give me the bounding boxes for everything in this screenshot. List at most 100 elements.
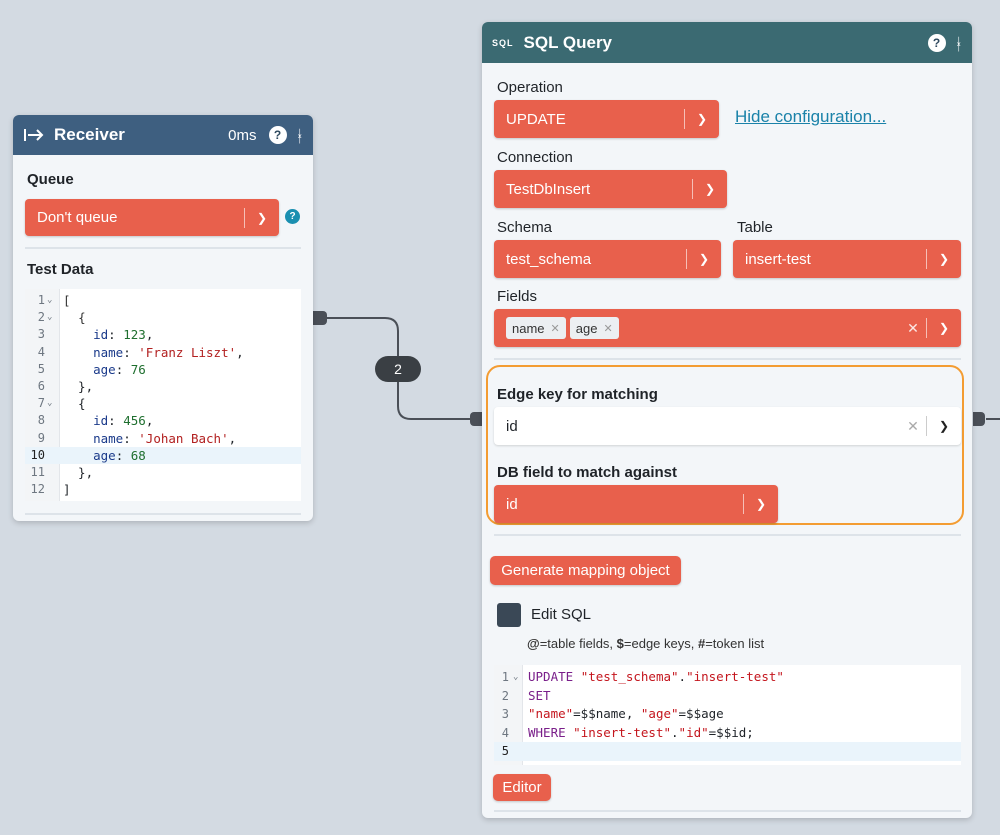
sql-editor[interactable]: 1 ⌄ UPDATE "test_schema"."insert-test" 2 SET… xyxy=(494,665,961,765)
schema-select[interactable]: test_schema ❯ xyxy=(494,240,721,278)
code-line[interactable]: 4 WHERE "insert-test"."id"=$$id; xyxy=(494,724,961,743)
db-field-select-value: id xyxy=(506,495,518,513)
fold-chevron-icon[interactable]: ⌄ xyxy=(47,292,52,309)
code-line[interactable]: 4 name: 'Franz Liszt', xyxy=(25,344,301,361)
db-field-select[interactable]: id ❯ xyxy=(494,485,778,523)
code-line[interactable]: 9 name: 'Johan Bach', xyxy=(25,430,301,447)
sql-collapse-icon[interactable]: ↓ ↑ xyxy=(956,33,963,53)
code-line[interactable]: 3 "name"=$$name, "age"=$$age xyxy=(494,705,961,724)
db-field-label: DB field to match against xyxy=(497,464,678,481)
edit-sql-label[interactable]: Edit SQL xyxy=(531,606,591,623)
clear-icon[interactable]: ✕ xyxy=(900,418,926,435)
fields-multiselect[interactable]: name ✕ age ✕ ✕ ❯ xyxy=(494,309,961,347)
line-number: 11 xyxy=(30,465,45,479)
connection-label: Connection xyxy=(497,149,573,166)
line-number: 3 xyxy=(501,707,509,721)
code-line[interactable]: 2 ⌄ { xyxy=(25,309,301,326)
operation-select-value: UPDATE xyxy=(506,110,566,128)
receiver-output-handle[interactable] xyxy=(313,311,327,325)
operation-label: Operation xyxy=(497,79,563,96)
receiver-collapse-icon[interactable]: ↓ ↑ xyxy=(297,125,304,145)
table-select[interactable]: insert-test ❯ xyxy=(733,240,961,278)
line-number: 4 xyxy=(501,725,509,740)
line-number: 9 xyxy=(37,430,45,445)
hide-configuration-link[interactable]: Hide configuration... xyxy=(735,107,886,127)
edge-key-value: id xyxy=(506,417,518,435)
code-text: { xyxy=(63,396,86,412)
line-number: 2 xyxy=(501,688,509,703)
edge-count-badge[interactable]: 2 xyxy=(375,356,421,382)
sql-help-icon[interactable]: ? xyxy=(927,33,946,52)
generate-mapping-button[interactable]: Generate mapping object xyxy=(490,556,681,585)
sql-divider-2 xyxy=(494,534,961,536)
line-number: 7 xyxy=(37,396,45,411)
sql-header[interactable]: SQL SQL Query ? ↓ ↑ xyxy=(482,22,972,63)
fold-chevron-icon[interactable]: ⌄ xyxy=(47,309,52,326)
remove-tag-icon[interactable]: ✕ xyxy=(551,322,560,335)
code-line[interactable]: 11 }, xyxy=(25,464,301,481)
code-text: UPDATE "test_schema"."insert-test" xyxy=(528,669,784,684)
connection-select-value: TestDbInsert xyxy=(506,180,591,198)
chevron-down-icon: ❯ xyxy=(755,497,767,511)
edit-sql-checkbox[interactable] xyxy=(497,603,521,627)
code-line[interactable]: 5 xyxy=(494,742,961,761)
receiver-header[interactable]: Receiver 0ms ? ↓ ↑ xyxy=(13,115,313,155)
line-number: 10 xyxy=(30,447,45,462)
table-select-value: insert-test xyxy=(745,250,811,268)
sql-query-node[interactable]: SQL SQL Query ? ↓ ↑ Operation UPDATE ❯ Hi… xyxy=(482,22,972,818)
fold-chevron-icon[interactable]: ⌄ xyxy=(47,395,52,412)
sql-hint-text: @=table fields, $=edge keys, #=token lis… xyxy=(527,636,765,651)
code-line[interactable]: 2 SET xyxy=(494,687,961,706)
code-line[interactable]: 1 ⌄ UPDATE "test_schema"."insert-test" xyxy=(494,668,961,687)
line-number: 6 xyxy=(37,379,45,393)
chevron-down-icon: ❯ xyxy=(938,419,950,433)
test-data-label: Test Data xyxy=(27,261,94,278)
field-tag-label: name xyxy=(512,320,545,336)
chevron-down-icon: ❯ xyxy=(698,252,710,266)
code-text: id: 456, xyxy=(93,413,154,429)
code-line[interactable]: 8 id: 456, xyxy=(25,412,301,429)
sql-divider-3 xyxy=(494,810,961,812)
line-number: 5 xyxy=(501,744,509,758)
table-label: Table xyxy=(737,219,773,236)
code-line[interactable]: 3 id: 123, xyxy=(25,326,301,343)
receiver-help-icon[interactable]: ? xyxy=(268,126,287,144)
sql-input-handle[interactable] xyxy=(470,412,482,426)
sql-title: SQL Query xyxy=(523,32,613,52)
fold-chevron-icon[interactable]: ⌄ xyxy=(513,668,518,687)
code-line[interactable]: 1 ⌄ [ xyxy=(25,292,301,309)
code-line[interactable]: 5 age: 76 xyxy=(25,361,301,378)
field-tag-age[interactable]: age ✕ xyxy=(569,317,619,339)
code-line[interactable]: 6 }, xyxy=(25,378,301,395)
line-number: 12 xyxy=(30,482,45,497)
test-data-editor[interactable]: 1 ⌄[2 ⌄ {3 id: 123, 4 name: 'Franz Liszt', 5… xyxy=(25,289,301,501)
code-text: id: 123, xyxy=(93,327,154,343)
chevron-down-icon: ❯ xyxy=(938,252,950,266)
code-text: }, xyxy=(63,379,94,394)
editor-button[interactable]: Editor xyxy=(493,774,551,801)
connection-select[interactable]: TestDbInsert ❯ xyxy=(494,170,727,208)
schema-label: Schema xyxy=(497,219,553,236)
remove-tag-icon[interactable]: ✕ xyxy=(603,322,612,335)
code-line[interactable]: 12] xyxy=(25,481,301,498)
sql-icon: SQL xyxy=(492,37,514,48)
receiver-node[interactable]: Receiver 0ms ? ↓ ↑ Queue Don't queue ❯ ? … xyxy=(13,115,313,521)
sql-output-handle[interactable] xyxy=(973,412,985,426)
code-text: WHERE "insert-test"."id"=$$id; xyxy=(528,724,754,740)
edge-key-label: Edge key for matching xyxy=(497,386,658,403)
code-line[interactable]: 10 age: 68 xyxy=(25,446,301,464)
code-text: [ xyxy=(63,293,71,308)
line-number: 3 xyxy=(37,327,45,342)
edge-key-select[interactable]: id ✕ ❯ xyxy=(494,407,961,445)
clear-icon[interactable]: ✕ xyxy=(900,320,926,337)
code-line[interactable]: 7 ⌄ { xyxy=(25,395,301,412)
queue-help-icon[interactable]: ? xyxy=(285,209,300,224)
code-text: "name"=$$name, "age"=$$age xyxy=(528,706,724,721)
operation-select[interactable]: UPDATE ❯ xyxy=(494,100,719,138)
line-number: 8 xyxy=(37,413,45,428)
code-text: }, xyxy=(63,465,94,480)
queue-select[interactable]: Don't queue ❯ xyxy=(25,199,279,236)
field-tag-name[interactable]: name ✕ xyxy=(506,317,566,339)
receiver-title: Receiver xyxy=(54,125,125,144)
line-number: 1 xyxy=(501,670,509,684)
